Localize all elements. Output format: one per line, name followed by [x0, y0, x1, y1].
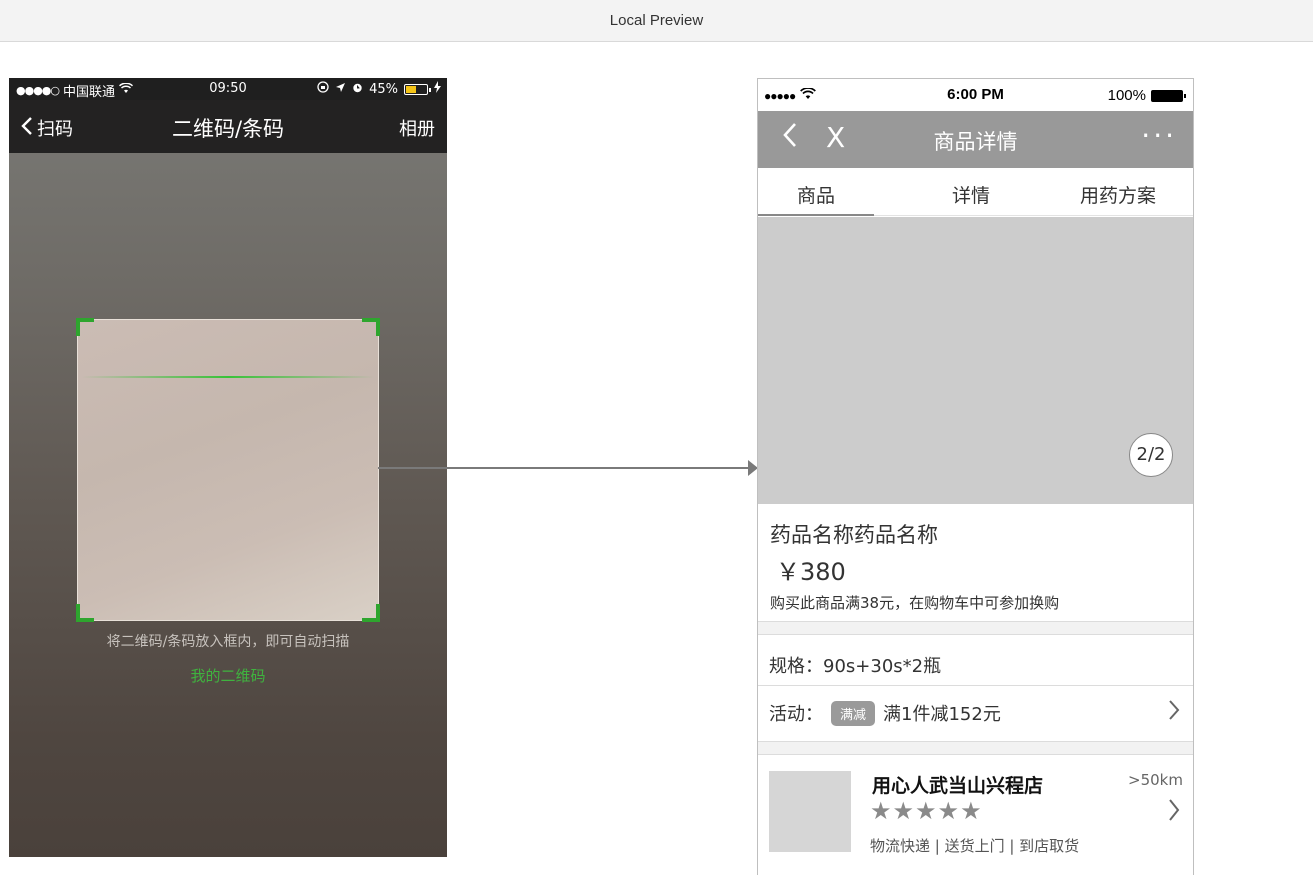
charging-icon — [434, 81, 441, 97]
battery-icon — [404, 83, 431, 95]
product-nav-bar: X 商品详情 ··· — [758, 111, 1193, 168]
window-title-bar: Local Preview — [0, 0, 1313, 42]
scanner-nav-bar: 扫码 二维码/条码 相册 — [9, 100, 447, 153]
more-button[interactable]: ··· — [1141, 119, 1177, 152]
page-title: 二维码/条码 — [171, 117, 285, 141]
tab-details[interactable]: 详情 — [913, 168, 1029, 216]
battery-icon — [1151, 89, 1186, 102]
alarm-icon — [352, 82, 363, 97]
promo-text: 购买此商品满38元，在购物车中可参加换购 — [770, 594, 1060, 612]
location-icon — [335, 82, 346, 97]
frame-corner — [362, 604, 380, 622]
activity-text: 满1件减152元 — [883, 704, 1001, 725]
spec-row[interactable]: 规格：90s+30s*2瓶 — [758, 636, 1193, 686]
chevron-right-icon — [1167, 797, 1181, 830]
scan-frame — [76, 318, 380, 622]
tab-medication-plan[interactable]: 用药方案 — [1058, 168, 1178, 216]
page-title: 商品详情 — [933, 130, 1018, 154]
scan-hint: 将二维码/条码放入框内，即可自动扫描 — [106, 634, 350, 650]
delivery-options: 物流快递 | 送货上门 | 到店取货 — [870, 837, 1080, 855]
flow-arrow-line — [378, 467, 750, 469]
store-rating-stars: ★★★★★ — [870, 797, 983, 825]
section-divider — [758, 621, 1193, 635]
tab-bar: 商品 详情 用药方案 — [758, 168, 1193, 216]
product-detail-screen: ●●●●● 6:00 PM 100% X 商品详情 ··· 商品 详情 用药方案… — [757, 78, 1194, 875]
store-thumbnail — [769, 771, 851, 852]
activity-row[interactable]: 活动： 满减 满1件减152元 — [758, 686, 1193, 741]
activity-label: 活动： — [769, 704, 823, 725]
battery-percent: 100% — [1107, 87, 1146, 104]
product-price: ￥380 — [776, 558, 846, 586]
gallery-pager: 2/2 — [1129, 433, 1173, 477]
store-card[interactable]: 用心人武当山兴程店 >50km ★★★★★ 物流快递 | 送货上门 | 到店取货 — [758, 755, 1193, 875]
product-name: 药品名称药品名称 — [770, 523, 938, 547]
frame-corner — [362, 318, 380, 336]
chevron-right-icon — [1167, 698, 1181, 729]
section-divider — [758, 741, 1193, 755]
scan-line — [82, 376, 374, 378]
window-title: Local Preview — [609, 12, 704, 29]
status-bar: ●●●●● 6:00 PM 100% — [758, 79, 1193, 111]
frame-corner — [76, 604, 94, 622]
store-distance: >50km — [1128, 771, 1183, 789]
product-image-gallery[interactable]: 2/2 — [758, 217, 1193, 504]
my-qr-code-link[interactable]: 我的二维码 — [9, 665, 447, 686]
rotation-lock-icon — [317, 81, 329, 97]
discount-badge: 满减 — [831, 701, 876, 726]
status-bar: ●●●●○ 中国联通 09:50 45% — [9, 78, 447, 100]
spec-text: 规格：90s+30s*2瓶 — [769, 656, 942, 677]
frame-corner — [76, 318, 94, 336]
tab-product[interactable]: 商品 — [758, 168, 874, 216]
store-name: 用心人武当山兴程店 — [872, 775, 1044, 797]
battery-percent: 45% — [369, 81, 398, 97]
album-button[interactable]: 相册 — [399, 115, 435, 141]
